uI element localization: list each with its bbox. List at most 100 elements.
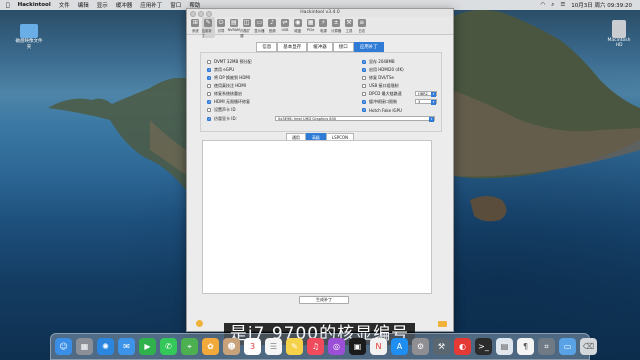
preview-icon[interactable]: ▤	[496, 338, 513, 355]
option-hdmi20[interactable]: ✓ 启用 HDMI20 (4K)	[362, 67, 404, 73]
textedit-icon[interactable]: ¶	[517, 338, 534, 355]
video-app-icon[interactable]: ◐	[454, 338, 471, 355]
zoom-button[interactable]	[206, 11, 212, 17]
music-icon[interactable]: ♫	[307, 338, 324, 355]
toolbar-disk[interactable]: ◉ 磁盘	[291, 17, 304, 33]
facetime-icon[interactable]: ▶	[139, 338, 156, 355]
option-hdmi-loop-fix[interactable]: ✓ HDMI 无限循环修复	[207, 99, 250, 105]
menu-clock[interactable]: 10月3日 周六 09:39:20	[571, 1, 632, 9]
spoof-device-select[interactable]: 0x3E98: Intel UHD Graphics 630 ▾	[275, 116, 435, 122]
option-audio-id[interactable]: 设置声卡 ID	[207, 107, 236, 113]
checkbox[interactable]: ✓	[207, 100, 211, 104]
toolbar-kext[interactable]: ◫ 内核扩展	[240, 17, 253, 38]
podcasts-icon[interactable]: ◎	[328, 338, 345, 355]
control-center-icon[interactable]: ☰	[560, 2, 565, 8]
mail-icon[interactable]: ✉	[118, 338, 135, 355]
calendar-icon[interactable]: 3	[244, 338, 261, 355]
notes-icon[interactable]: ✎	[286, 338, 303, 355]
tab-connectors[interactable]: 接口	[332, 42, 354, 52]
tab-info[interactable]: 信息	[256, 42, 278, 52]
launchpad-icon[interactable]: ▦	[76, 338, 93, 355]
option-dp-to-hdmi[interactable]: ✓ 将 DP 换被到 HDMI	[207, 75, 250, 81]
toolbar-boot[interactable]: ⏻ 引导	[215, 17, 228, 33]
patch-output-area[interactable]	[202, 140, 432, 294]
hackintool-icon[interactable]: ⚒	[433, 338, 450, 355]
checkbox[interactable]: ✓	[207, 68, 211, 72]
toolbar-calculator[interactable]: ± 计算器	[330, 17, 343, 33]
appstore-icon[interactable]: A	[391, 338, 408, 355]
option-fix-dvi[interactable]: 修复 DVI/TSe	[362, 75, 394, 81]
menu-file[interactable]: 文件	[59, 1, 70, 9]
wifi-icon[interactable]: ◠	[540, 2, 545, 8]
checkbox[interactable]	[362, 76, 366, 80]
option-dvmt[interactable]: DVMT 32MB 预分配	[207, 59, 251, 65]
desktop-disk[interactable]: Macintosh HD	[604, 20, 634, 48]
folder-icon[interactable]: ▭	[559, 338, 576, 355]
option-usb-port-limit[interactable]: USB 接口组限制	[362, 83, 398, 89]
tab-framebuffer[interactable]: 缓冲器	[307, 42, 333, 52]
checkbox[interactable]: ✓	[362, 108, 366, 112]
checkbox[interactable]	[362, 92, 366, 96]
trash-icon[interactable]: ⌫	[580, 338, 597, 355]
search-icon[interactable]: ⌕	[551, 2, 554, 9]
checkbox[interactable]	[362, 84, 366, 88]
photos-icon[interactable]: ✿	[202, 338, 219, 355]
checkbox[interactable]	[207, 92, 211, 96]
maps-icon[interactable]: ⌖	[181, 338, 198, 355]
toolbar-usb[interactable]: ⇌ USB	[279, 17, 292, 32]
menu-view[interactable]: 显示	[97, 1, 108, 9]
menu-app-name[interactable]: Hackintool	[18, 2, 51, 8]
toolbar-nvram[interactable]: ▤ NVRAM	[227, 17, 240, 32]
reminders-icon[interactable]: ☰	[265, 338, 282, 355]
window-toolbar: ⊞ 系统 ✎ 应用补丁 ⏻ 引导 ▤ NVRAM ◫ 内核扩展 ▭ 显示器 ♪ 音频 ⇌ USB…	[187, 17, 453, 38]
checkbox[interactable]: ✓	[362, 60, 366, 64]
safari-icon[interactable]: ✺	[97, 338, 114, 355]
tab-apply-patch[interactable]: 应用补丁	[353, 42, 384, 52]
toolbar-power[interactable]: ⚡ 电源	[317, 17, 330, 33]
terminal-icon[interactable]: >_	[475, 338, 492, 355]
checkbox[interactable]: ✓	[362, 100, 366, 104]
tab-vram[interactable]: 基本显存	[277, 42, 308, 52]
toolbar-display[interactable]: ▭ 显示器	[253, 17, 266, 33]
info-icon[interactable]	[438, 321, 447, 327]
tv-icon[interactable]: ▣	[349, 338, 366, 355]
port-limit-select[interactable]: 3 ▾	[415, 99, 437, 105]
toolbar-audio[interactable]: ♪ 音频	[266, 17, 279, 33]
menu-framebuffer[interactable]: 缓冲器	[116, 1, 133, 9]
close-button[interactable]	[190, 11, 196, 17]
news-icon[interactable]: N	[370, 338, 387, 355]
option-hdmi-inject[interactable]: 使用真技注 HDMI	[207, 83, 246, 89]
messages-icon[interactable]: ✆	[160, 338, 177, 355]
donate-icon[interactable]	[196, 320, 203, 327]
toolbar-patch[interactable]: ✎ 应用补丁	[201, 17, 215, 38]
dpcd-select[interactable]: HBR2 ▾	[415, 91, 437, 97]
screenshot-icon[interactable]: ⌗	[538, 338, 555, 355]
toolbar-log[interactable]: ≡ 日志	[355, 17, 368, 33]
option-spoof-device-id[interactable]: ✓ 仿冒显卡 ID:	[207, 116, 237, 122]
option-fix-restart[interactable]: 修复系统核重启	[207, 91, 242, 97]
checkbox[interactable]: ✓	[207, 76, 211, 80]
checkbox[interactable]: ✓	[362, 68, 366, 72]
menu-patch[interactable]: 应用补丁	[140, 1, 162, 9]
desktop-folder[interactable]: 磁盘映像文件夹	[14, 24, 44, 50]
apple-icon[interactable]: 	[6, 2, 10, 9]
option-dpcd-max-link[interactable]: DPCD 最大链路速	[362, 91, 402, 97]
contacts-icon[interactable]: ☻	[223, 338, 240, 355]
toolbar-pcie[interactable]: ▦ PCIe	[304, 17, 317, 32]
option-vram-2048[interactable]: ✓ 显存 2048MB	[362, 59, 395, 65]
option-framebuffer-port-limit[interactable]: ✓ 缓冲帧接口限制	[362, 99, 397, 105]
settings-icon[interactable]: ⚙	[412, 338, 429, 355]
menu-window[interactable]: 窗口	[170, 1, 181, 9]
checkbox[interactable]	[207, 60, 211, 64]
checkbox[interactable]: ✓	[207, 117, 211, 121]
minimize-button[interactable]	[198, 11, 204, 17]
checkbox[interactable]	[207, 108, 211, 112]
finder-icon[interactable]: ☺	[55, 338, 72, 355]
generate-patch-button[interactable]: 生成补丁	[299, 296, 349, 304]
option-disable-egpu[interactable]: ✓ 禁用 eGPU	[207, 67, 234, 73]
toolbar-tools[interactable]: ⚒ 工具	[343, 17, 356, 33]
checkbox[interactable]	[207, 84, 211, 88]
toolbar-system[interactable]: ⊞ 系统	[189, 17, 202, 33]
option-hotch-fake-igpu[interactable]: ✓ Hotch Fake IGPU	[362, 107, 402, 113]
menu-edit[interactable]: 编辑	[78, 1, 89, 9]
